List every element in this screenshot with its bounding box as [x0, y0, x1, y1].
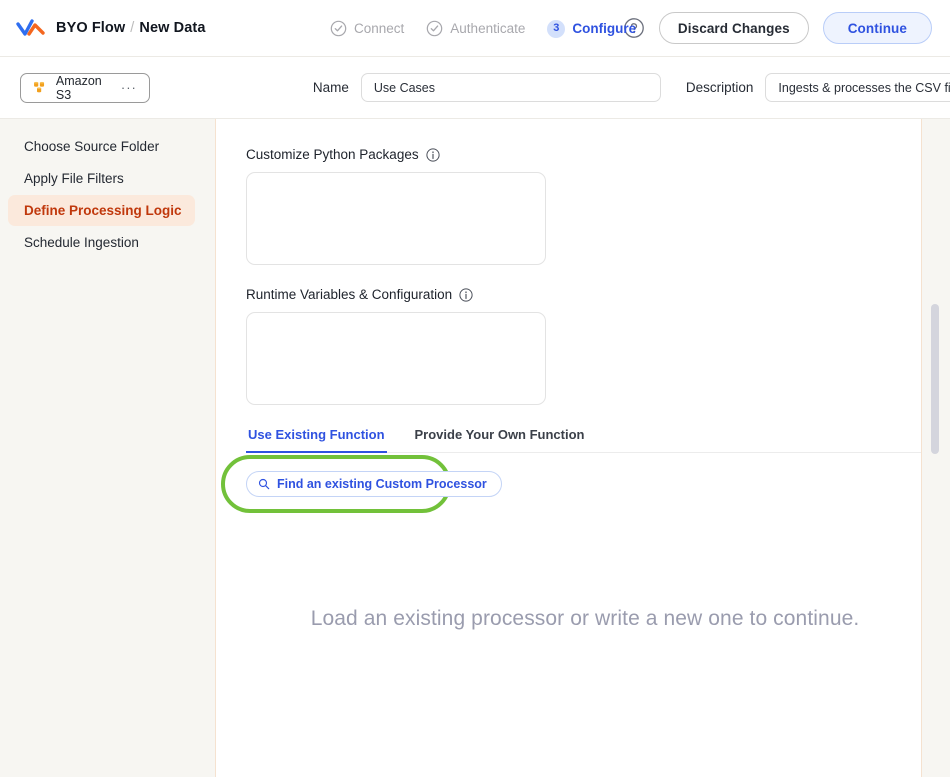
runtime-variables-label: Runtime Variables & Configuration	[246, 287, 453, 302]
right-rail	[922, 119, 950, 777]
step-connect-label: Connect	[354, 21, 405, 36]
step-configure[interactable]: 3 Configure	[547, 19, 637, 38]
runtime-variables-textarea[interactable]	[246, 312, 546, 405]
content-inner: Customize Python Packages Runtime Variab…	[216, 147, 921, 631]
sidebar-item-label: Choose Source Folder	[24, 139, 160, 154]
find-existing-custom-processor-button[interactable]: Find an existing Custom Processor	[246, 471, 502, 497]
info-circle-icon[interactable]	[459, 287, 473, 302]
breadcrumb-separator: /	[130, 20, 135, 36]
step-authenticate-label: Authenticate	[450, 21, 526, 36]
name-input[interactable]	[360, 73, 661, 102]
check-circle-icon	[330, 20, 347, 37]
sidebar-item-choose-source-folder[interactable]: Choose Source Folder	[8, 131, 195, 162]
function-source-tabs: Use Existing Function Provide Your Own F…	[246, 427, 921, 453]
continue-button[interactable]: Continue	[822, 12, 932, 44]
breadcrumb-root[interactable]: BYO Flow	[56, 20, 125, 36]
vertical-scrollbar-thumb[interactable]	[931, 304, 939, 454]
python-packages-label-row: Customize Python Packages	[246, 147, 889, 162]
step-configure-label: Configure	[572, 21, 637, 36]
breadcrumb: BYO Flow / New Data	[56, 20, 206, 36]
description-input[interactable]	[765, 73, 950, 102]
tab-label: Provide Your Own Function	[414, 427, 585, 442]
step-configure-number: 3	[547, 19, 566, 38]
empty-state-message: Load an existing processor or write a ne…	[310, 607, 860, 630]
runtime-variables-label-row: Runtime Variables & Configuration	[246, 287, 889, 302]
sidebar-item-apply-file-filters[interactable]: Apply File Filters	[8, 163, 195, 194]
step-connect[interactable]: Connect	[330, 20, 404, 37]
sidebar-item-schedule-ingestion[interactable]: Schedule Ingestion	[8, 227, 195, 258]
description-label: Description	[685, 80, 754, 95]
sidebar-item-define-processing-logic[interactable]: Define Processing Logic	[8, 195, 195, 226]
find-processor-label: Find an existing Custom Processor	[277, 477, 487, 491]
sidebar: Choose Source Folder Apply File Filters …	[0, 119, 216, 777]
name-label: Name	[312, 80, 349, 95]
vertical-scrollbar-track[interactable]	[931, 119, 939, 777]
amazon-s3-icon	[34, 81, 45, 92]
sidebar-item-label: Apply File Filters	[24, 171, 124, 186]
meta-bar: Amazon S3 ··· Name Description	[0, 57, 950, 119]
discard-changes-button[interactable]: Discard Changes	[658, 12, 809, 44]
breadcrumb-current: New Data	[139, 20, 206, 36]
progress-stepper: Connect Authenticate 3 Configure	[330, 0, 636, 57]
info-circle-icon[interactable]	[425, 147, 440, 162]
tab-use-existing-function[interactable]: Use Existing Function	[246, 427, 387, 453]
top-bar-actions: Discard Changes Continue	[623, 12, 932, 44]
app-root: BYO Flow / New Data Connect Authenticate	[0, 0, 950, 777]
name-field-group: Name	[313, 73, 661, 102]
find-processor-zone: Find an existing Custom Processor	[221, 455, 502, 513]
wave-logo-icon	[16, 19, 45, 36]
tab-label: Use Existing Function	[248, 427, 385, 442]
source-chip-amazon-s3[interactable]: Amazon S3 ···	[20, 72, 150, 103]
sidebar-item-label: Schedule Ingestion	[24, 235, 139, 250]
check-circle-icon	[427, 20, 443, 37]
source-chip-label: Amazon S3	[55, 73, 102, 102]
top-bar: BYO Flow / New Data Connect Authenticate	[0, 0, 950, 57]
body: Choose Source Folder Apply File Filters …	[0, 119, 950, 777]
brand[interactable]: BYO Flow / New Data	[16, 17, 206, 39]
source-chip-overflow-icon[interactable]: ···	[121, 81, 137, 94]
python-packages-textarea[interactable]	[246, 172, 546, 265]
description-field-group: Description	[686, 73, 950, 102]
content-panel: Customize Python Packages Runtime Variab…	[216, 119, 922, 777]
tab-provide-your-own-function[interactable]: Provide Your Own Function	[413, 427, 587, 453]
step-authenticate[interactable]: Authenticate	[426, 20, 525, 37]
sidebar-item-label: Define Processing Logic	[24, 203, 182, 218]
python-packages-label: Customize Python Packages	[246, 147, 419, 162]
search-icon	[258, 478, 270, 490]
